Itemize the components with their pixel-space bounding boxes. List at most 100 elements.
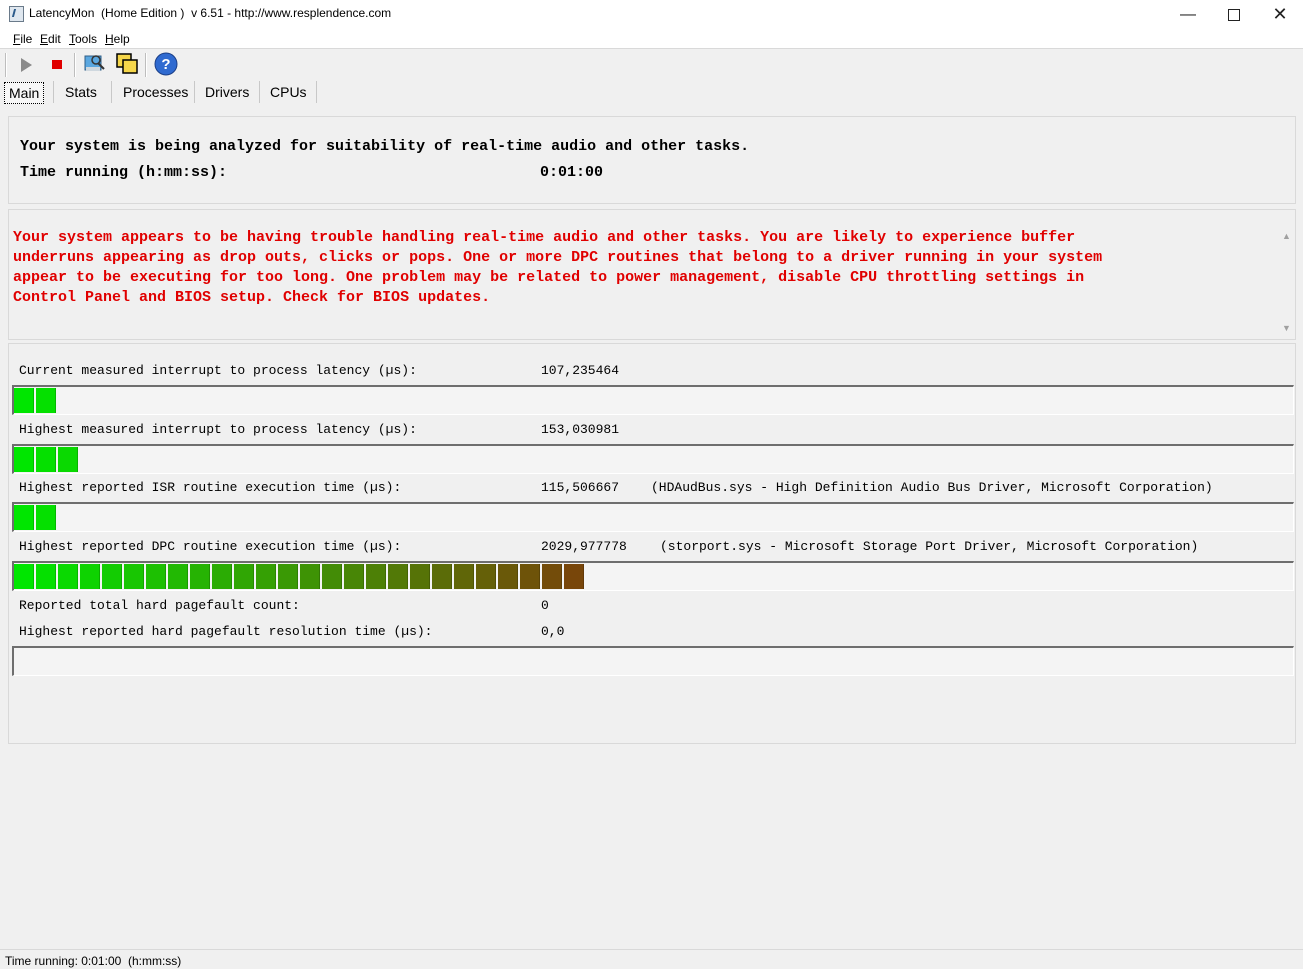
latency-stats-panel: Current measured interrupt to process la… (8, 343, 1296, 744)
bar-segment (36, 505, 56, 530)
current-latency-bar (12, 385, 1294, 415)
current-latency-label: Current measured interrupt to process la… (19, 363, 417, 378)
pagefault-time-bar (12, 646, 1294, 676)
tab-bar: Main Stats Processes Drivers CPUs (0, 80, 1303, 104)
drivers-button[interactable] (83, 52, 107, 76)
time-running-label: Time running (h:mm:ss): (20, 164, 228, 181)
bar-fill (14, 564, 586, 589)
stop-icon (52, 60, 62, 69)
pagefault-count-label: Reported total hard pagefault count: (19, 598, 300, 613)
title-bar: LatencyMon (Home Edition ) v 6.51 - http… (0, 0, 1303, 29)
conclusion-message: Your system appears to be having trouble… (13, 229, 1103, 306)
window-title: LatencyMon (Home Edition ) v 6.51 - http… (29, 6, 392, 20)
minimize-button[interactable]: — (1165, 0, 1211, 29)
bar-segment (322, 564, 342, 589)
bar-segment (366, 564, 386, 589)
bar-segment (14, 505, 34, 530)
minimize-icon: — (1180, 5, 1196, 23)
scroll-down-icon[interactable]: ▼ (1278, 320, 1295, 336)
maximize-button[interactable] (1211, 0, 1257, 29)
status-bar: Time running: 0:01:00 (h:mm:ss) (0, 949, 1303, 969)
highest-latency-value: 153,030981 (541, 422, 620, 437)
bar-segment (388, 564, 408, 589)
menu-edit[interactable]: Edit (40, 32, 61, 46)
toolbar: ? (0, 49, 1303, 79)
bar-segment (124, 564, 144, 589)
dpc-time-label: Highest reported DPC routine execution t… (19, 539, 402, 554)
isr-time-bar (12, 502, 1294, 532)
bar-segment (432, 564, 452, 589)
search-drivers-icon (84, 55, 105, 71)
isr-time-value: 115,506667 (541, 480, 620, 495)
tab-divider (194, 81, 195, 103)
bar-segment (300, 564, 320, 589)
bar-segment (454, 564, 474, 589)
bar-segment (344, 564, 364, 589)
pagefault-time-label: Highest reported hard pagefault resoluti… (19, 624, 433, 639)
bar-segment (36, 564, 56, 589)
tab-divider (111, 81, 112, 103)
bar-segment (212, 564, 232, 589)
bar-segment (58, 564, 78, 589)
menu-tools[interactable]: Tools (69, 32, 97, 46)
isr-time-label: Highest reported ISR routine execution t… (19, 480, 402, 495)
tab-stats[interactable]: Stats (65, 82, 97, 102)
windows-button[interactable] (115, 52, 139, 76)
help-icon: ? (154, 52, 178, 76)
status-text: Time running: 0:01:00 (h:mm:ss) (5, 954, 182, 968)
app-icon (9, 6, 24, 22)
tab-divider (316, 81, 317, 103)
bar-segment (102, 564, 122, 589)
bar-segment (58, 447, 78, 472)
maximize-icon (1228, 8, 1240, 21)
analysis-status-text: Your system is being analyzed for suitab… (20, 138, 750, 155)
menu-bar: File Edit Tools Help (0, 29, 1303, 49)
close-icon: ✕ (1272, 4, 1288, 24)
bar-segment (520, 564, 540, 589)
conclusion-panel: Your system appears to be having trouble… (8, 209, 1296, 340)
bar-segment (278, 564, 298, 589)
bar-segment (146, 564, 166, 589)
scroll-up-icon[interactable]: ▲ (1278, 228, 1295, 244)
tab-cpus[interactable]: CPUs (270, 82, 307, 102)
pagefault-count-value: 0 (541, 598, 549, 613)
bar-segment (168, 564, 188, 589)
toolbar-divider (145, 53, 147, 77)
tab-divider (259, 81, 260, 103)
stop-button[interactable] (47, 55, 67, 75)
bar-segment (256, 564, 276, 589)
bar-segment (14, 447, 34, 472)
menu-help[interactable]: Help (105, 32, 130, 46)
tab-divider (53, 81, 54, 103)
current-latency-value: 107,235464 (541, 363, 620, 378)
toolbar-divider (74, 53, 76, 77)
bar-fill (14, 505, 58, 530)
tab-main[interactable]: Main (4, 82, 45, 104)
summary-panel: Your system is being analyzed for suitab… (8, 116, 1296, 204)
tab-drivers[interactable]: Drivers (205, 82, 249, 102)
bar-segment (476, 564, 496, 589)
bar-segment (542, 564, 562, 589)
bar-fill (14, 388, 58, 413)
dpc-time-bar (12, 561, 1294, 591)
close-button[interactable]: ✕ (1257, 0, 1303, 29)
bar-segment (410, 564, 430, 589)
menu-file[interactable]: File (13, 32, 32, 46)
time-running-value: 0:01:00 (540, 164, 604, 181)
help-button[interactable]: ? (154, 52, 178, 76)
svg-text:?: ? (161, 56, 170, 73)
pagefault-time-value: 0,0 (541, 624, 565, 639)
bar-segment (36, 447, 56, 472)
message-scrollbar[interactable]: ▲ ▼ (1278, 210, 1295, 339)
bar-segment (14, 388, 34, 413)
start-button[interactable] (16, 55, 36, 75)
bar-segment (190, 564, 210, 589)
windows-icon (116, 53, 138, 74)
play-icon (21, 58, 32, 72)
bar-segment (14, 564, 34, 589)
bar-fill (14, 447, 80, 472)
bar-segment (80, 564, 100, 589)
tab-processes[interactable]: Processes (123, 82, 188, 102)
bar-segment (234, 564, 254, 589)
dpc-time-value: 2029,977778 (541, 539, 627, 554)
